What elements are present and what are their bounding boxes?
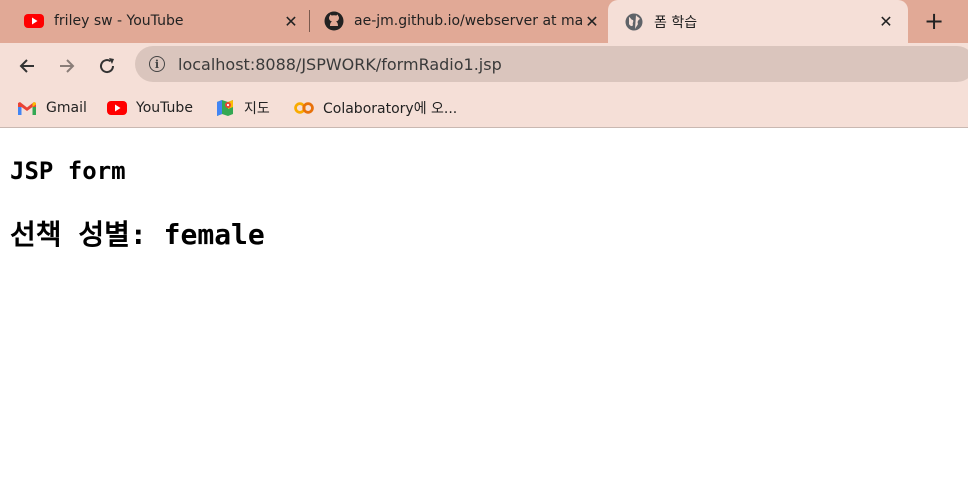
tab-separator xyxy=(309,10,310,32)
bookmark-youtube[interactable]: YouTube xyxy=(107,97,193,119)
bookmark-label: YouTube xyxy=(136,100,193,116)
address-bar[interactable]: i localhost:8088/JSPWORK/formRadio1.jsp xyxy=(135,46,968,82)
gmail-icon xyxy=(17,99,37,117)
tab-youtube[interactable]: friley sw - YouTube ✕ xyxy=(12,0,307,42)
reload-button[interactable] xyxy=(92,51,122,81)
tab-title: 폼 학습 xyxy=(654,14,698,31)
github-icon xyxy=(324,11,344,31)
close-icon[interactable]: ✕ xyxy=(582,12,602,31)
selected-gender-result: 선책 성별: female xyxy=(10,216,958,254)
page-content: JSP form 선책 성별: female xyxy=(0,154,968,254)
new-tab-button[interactable]: + xyxy=(918,6,950,38)
arrow-left-icon xyxy=(19,59,34,73)
tab-github[interactable]: ae-jm.github.io/webserver at ma ✕ xyxy=(312,0,608,42)
toolbar: i localhost:8088/JSPWORK/formRadio1.jsp xyxy=(0,43,968,89)
bookmark-label: 지도 xyxy=(244,101,270,117)
bookmark-label: Colaboratory에 오... xyxy=(323,101,458,117)
tab-form-study[interactable]: 폼 학습 ✕ xyxy=(608,0,908,43)
arrow-right-icon xyxy=(60,59,75,73)
forward-button[interactable] xyxy=(52,51,82,81)
bookmark-maps[interactable]: 지도 xyxy=(215,97,270,119)
back-button[interactable] xyxy=(12,51,42,81)
url-text[interactable]: localhost:8088/JSPWORK/formRadio1.jsp xyxy=(178,55,502,74)
info-icon[interactable]: i xyxy=(149,56,165,72)
bookmark-colab[interactable]: Colaboratory에 오... xyxy=(294,97,457,119)
colab-icon xyxy=(294,99,314,117)
close-icon[interactable]: ✕ xyxy=(876,12,896,31)
bookmark-label: Gmail xyxy=(46,100,87,116)
youtube-icon xyxy=(107,99,127,117)
reload-icon xyxy=(100,58,115,74)
youtube-icon xyxy=(24,11,44,31)
maps-icon xyxy=(215,99,235,117)
bookmarks-bar: Gmail YouTube 지도 Colaboratory에 오... xyxy=(0,89,968,128)
tab-title: ae-jm.github.io/webserver at ma xyxy=(354,13,582,29)
page-heading: JSP form xyxy=(10,157,126,185)
bookmark-gmail[interactable]: Gmail xyxy=(17,97,87,119)
globe-icon xyxy=(624,12,644,32)
result-value: female xyxy=(163,218,265,251)
tab-strip: friley sw - YouTube ✕ ae-jm.github.io/we… xyxy=(0,0,968,43)
tab-title: friley sw - YouTube xyxy=(54,13,184,29)
result-label: 선책 성별: xyxy=(10,218,147,251)
close-icon[interactable]: ✕ xyxy=(281,12,301,31)
